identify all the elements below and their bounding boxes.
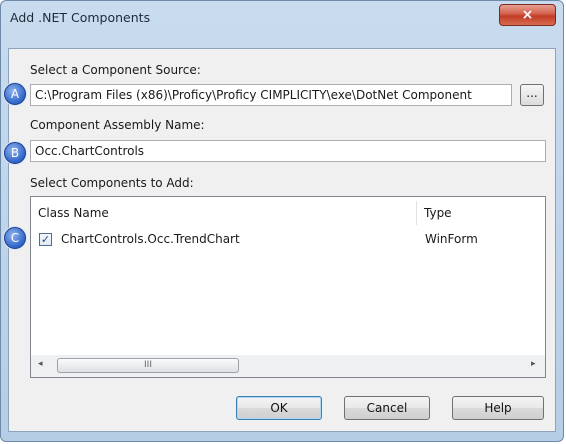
type-cell: WinForm [425, 232, 478, 246]
cancel-button[interactable]: Cancel [344, 396, 430, 420]
callout-marker-b: B [4, 142, 26, 164]
scrollbar-thumb[interactable]: III [57, 358, 239, 373]
checkmark-icon: ✓ [40, 233, 51, 246]
assembly-name-label: Component Assembly Name: [30, 118, 205, 132]
callout-marker-c: C [4, 227, 26, 249]
component-source-label: Select a Component Source: [30, 63, 201, 77]
close-icon: × [521, 7, 534, 23]
select-components-label: Select Components to Add: [30, 176, 194, 190]
component-source-field[interactable]: C:\Program Files (x86)\Proficy\Proficy C… [30, 84, 512, 106]
component-checkbox[interactable]: ✓ [39, 233, 52, 246]
scroll-left-icon[interactable]: ◂ [38, 359, 43, 369]
scroll-right-icon[interactable]: ▸ [531, 359, 536, 369]
window-title: Add .NET Components [10, 10, 151, 25]
close-button[interactable]: × [499, 4, 556, 26]
column-header-type[interactable]: Type [417, 197, 545, 229]
list-item[interactable]: ✓ ChartControls.Occ.TrendChart WinForm [31, 229, 545, 251]
callout-marker-a: A [4, 83, 26, 105]
assembly-name-field[interactable]: Occ.ChartControls [30, 140, 546, 162]
help-button[interactable]: Help [452, 396, 544, 420]
class-name-cell: ChartControls.Occ.TrendChart [61, 232, 240, 246]
column-header-class-name[interactable]: Class Name [31, 197, 416, 229]
browse-button[interactable]: ... [520, 84, 544, 106]
horizontal-scrollbar[interactable]: ◂ III ▸ [31, 355, 545, 377]
components-list[interactable]: Class Name Type ✓ ChartControls.Occ.Tren… [30, 196, 546, 378]
ok-button[interactable]: OK [236, 396, 322, 420]
